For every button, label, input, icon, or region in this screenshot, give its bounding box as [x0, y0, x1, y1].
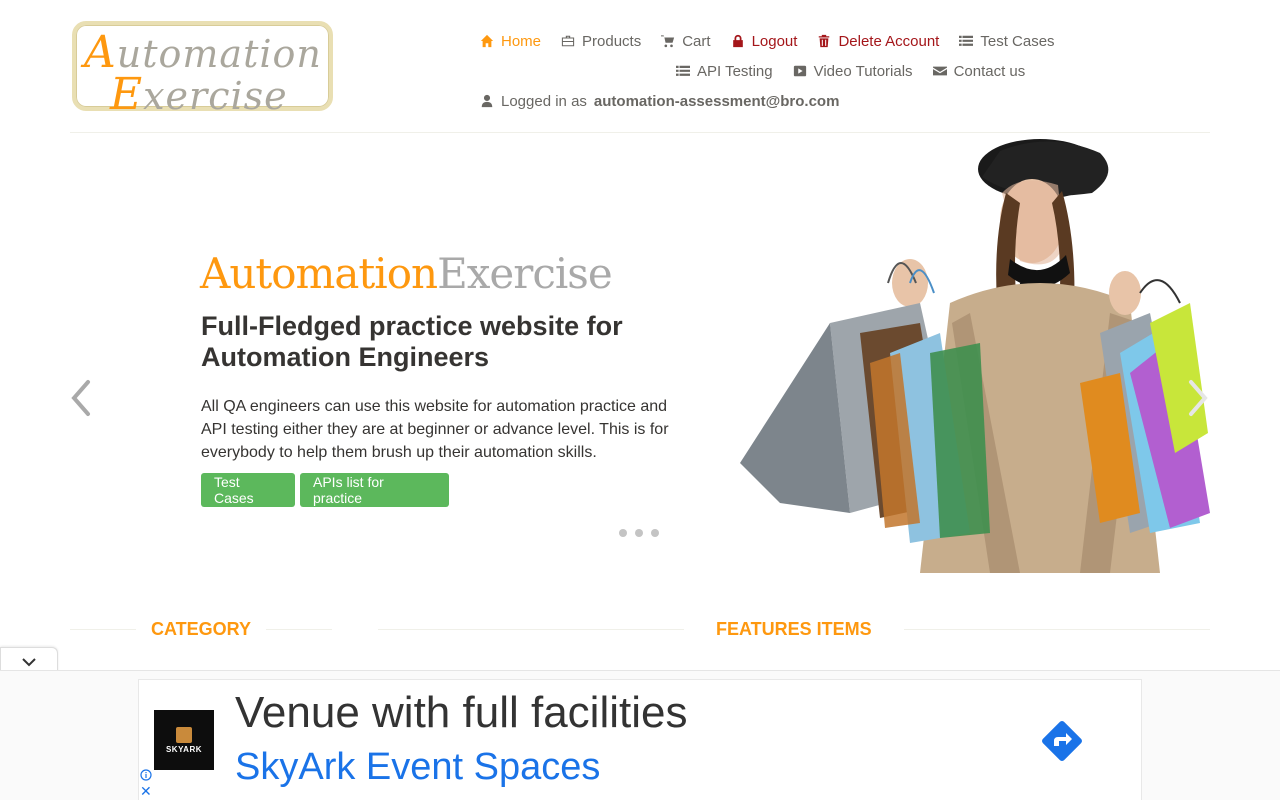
ad-info-icon[interactable]	[140, 769, 152, 781]
site-logo[interactable]: Automation Exercise	[72, 21, 333, 120]
features-rule-right	[904, 629, 1210, 630]
ad-brand-link[interactable]: SkyArk Event Spaces	[235, 746, 600, 789]
logged-in-user: automation-assessment@bro.com	[593, 92, 840, 110]
nav-video-tutorials-label: Video Tutorials	[813, 62, 913, 80]
logo-line-2: Exercise	[110, 69, 288, 120]
chevron-down-icon	[22, 657, 36, 666]
hero-description: All QA engineers can use this website fo…	[201, 398, 669, 461]
ad-close-button[interactable]: ✕	[140, 784, 152, 799]
apis-list-button[interactable]: APIs list for practice	[300, 473, 449, 507]
nav-api-testing-label: API Testing	[697, 62, 773, 80]
skyark-logo: SKYARK	[154, 710, 214, 770]
category-rule-left	[70, 629, 136, 630]
nav-delete-account-label: Delete Account	[838, 32, 940, 50]
nav-logout[interactable]: Logout	[721, 33, 808, 50]
directions-icon[interactable]	[1037, 716, 1087, 766]
nav-cart[interactable]: Cart	[651, 33, 720, 50]
nav-delete-account[interactable]: Delete Account	[807, 33, 949, 50]
chevron-right-icon	[1189, 380, 1208, 416]
list-icon	[959, 35, 974, 46]
briefcase-icon	[561, 35, 575, 47]
slide-indicator[interactable]	[619, 529, 627, 537]
nav-row-3: Logged in as automation-assessment@bro.c…	[470, 86, 1110, 116]
category-title: CATEGORY	[151, 619, 252, 639]
skyark-logo-text: SKYARK	[165, 744, 203, 754]
chevron-left-icon	[71, 380, 90, 416]
nav-api-testing[interactable]: API Testing	[666, 63, 783, 80]
list-icon	[676, 65, 690, 76]
logged-in-status: Logged in as automation-assessment@bro.c…	[470, 93, 849, 110]
hero-image	[740, 139, 1210, 573]
trash-icon	[819, 34, 830, 48]
user-icon	[481, 94, 493, 108]
nav-cart-label: Cart	[682, 32, 711, 50]
slider-indicators	[619, 529, 659, 537]
features-rule-left	[378, 629, 684, 630]
home-icon	[480, 34, 494, 48]
nav-products-label: Products	[582, 32, 642, 50]
nav-test-cases-label: Test Cases	[980, 32, 1055, 50]
nav-home-label: Home	[501, 32, 542, 50]
features-items-title: FEATURES ITEMS	[716, 619, 872, 639]
nav-contact-us[interactable]: Contact us	[923, 63, 1036, 80]
ad-creative[interactable]: SKYARK Venue with full facilities SkyArk…	[138, 679, 1142, 800]
nav-row-2: API Testing Video Tutorials Contact us	[470, 56, 1110, 86]
nav-row-1: Home Products Cart Logout Delete Account…	[470, 26, 1110, 56]
logged-in-prefix: Logged in as	[501, 92, 587, 110]
nav-contact-us-label: Contact us	[953, 62, 1026, 80]
lock-icon	[732, 34, 743, 48]
nav-test-cases[interactable]: Test Cases	[949, 33, 1064, 50]
nav-products[interactable]: Products	[551, 33, 651, 50]
slide-indicator[interactable]	[651, 529, 659, 537]
main-nav: Home Products Cart Logout Delete Account…	[470, 26, 1110, 116]
hero-slider: AutomationExercise Full-Fledged practice…	[0, 133, 1280, 578]
skyark-logo-mark	[176, 726, 192, 743]
nav-home[interactable]: Home	[470, 33, 551, 50]
cart-icon	[661, 35, 675, 48]
nav-logout-label: Logout	[751, 32, 798, 50]
ad-banner: SKYARK Venue with full facilities SkyArk…	[0, 670, 1280, 800]
hero-brand-title: AutomationExercise	[200, 249, 613, 298]
hero-heading: Full-Fledged practice website for Automa…	[201, 311, 623, 372]
ad-headline: Venue with full facilities	[235, 688, 688, 737]
slider-next-button[interactable]	[1185, 378, 1211, 418]
slide-indicator[interactable]	[635, 529, 643, 537]
test-cases-button[interactable]: Test Cases	[201, 473, 295, 507]
envelope-icon	[932, 66, 947, 76]
slider-prev-button[interactable]	[68, 378, 94, 418]
youtube-icon	[793, 65, 806, 77]
category-rule-right	[266, 629, 332, 630]
nav-video-tutorials[interactable]: Video Tutorials	[783, 63, 923, 80]
